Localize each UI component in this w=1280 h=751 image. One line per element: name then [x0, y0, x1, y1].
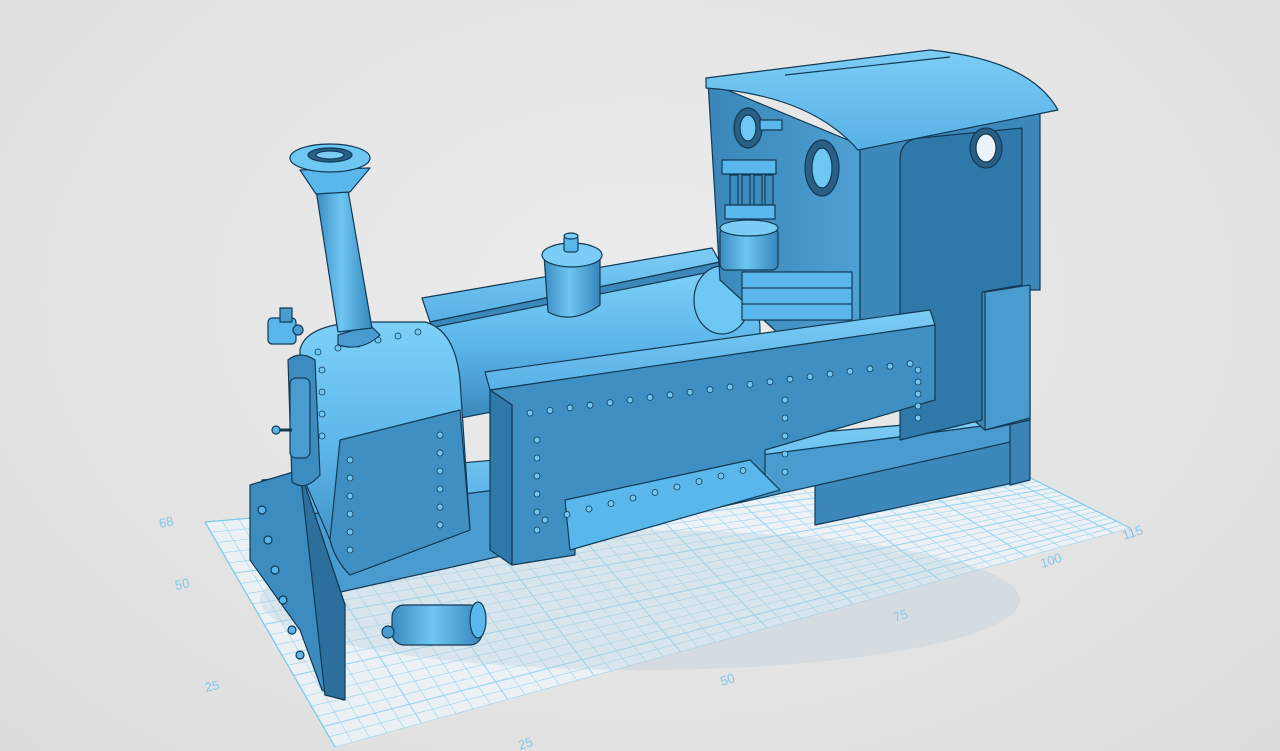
rivet: [346, 510, 354, 518]
rivet: [766, 378, 774, 386]
rivet: [346, 528, 354, 536]
rivet: [563, 511, 571, 518]
rivet: [318, 388, 326, 396]
rivet: [346, 546, 354, 554]
rivet: [781, 468, 789, 476]
rivet: [651, 489, 659, 496]
rivet: [706, 386, 714, 394]
rivet: [436, 449, 444, 457]
rivet: [533, 508, 541, 516]
rivet: [646, 393, 654, 401]
rivet: [346, 492, 354, 500]
rivet: [533, 436, 541, 444]
rivet: [533, 472, 541, 480]
rivet: [346, 456, 354, 464]
rivet: [629, 494, 637, 502]
scene-canvas[interactable]: 68 50 25 25 50 75 100 115: [0, 0, 1280, 751]
ruler-side-labels: 68 50 25: [158, 513, 221, 695]
ruler-label: 68: [158, 513, 175, 531]
rivet: [436, 431, 444, 439]
rivet: [533, 490, 541, 498]
rivet: [781, 450, 789, 458]
rivet: [886, 362, 894, 370]
rivet: [914, 378, 922, 386]
rivet: [786, 375, 794, 383]
rivet: [436, 467, 444, 475]
rivet: [436, 503, 444, 511]
rivet: [781, 432, 789, 440]
rivet: [606, 399, 614, 407]
rivet: [673, 483, 681, 491]
ruler-label: 25: [516, 734, 534, 751]
ruler-label: 25: [204, 677, 221, 695]
rivet: [914, 366, 922, 374]
rivet: [318, 432, 326, 440]
rivet: [541, 516, 549, 524]
ruler-label: 50: [718, 670, 736, 689]
ruler-label: 100: [1038, 550, 1063, 571]
rivet: [906, 360, 914, 368]
dome: [541, 232, 603, 318]
rivet: [318, 366, 326, 374]
rivet: [586, 401, 594, 409]
rivet: [914, 402, 922, 410]
rivet: [394, 332, 402, 340]
rivet: [346, 474, 354, 482]
rivet: [414, 328, 422, 336]
rivet: [826, 370, 834, 378]
rivet: [626, 396, 634, 404]
rivet: [546, 406, 554, 414]
rivet: [566, 404, 574, 412]
rivet: [686, 388, 694, 396]
ruler-label: 50: [174, 575, 191, 593]
rivet: [806, 373, 814, 381]
rivet: [846, 367, 854, 375]
rivet: [436, 521, 444, 529]
rivet: [746, 380, 754, 388]
rivet: [533, 526, 541, 534]
front-valve: [267, 307, 304, 345]
rivet: [436, 485, 444, 493]
rivet: [314, 348, 322, 356]
chimney: [289, 143, 381, 348]
rivet: [533, 454, 541, 462]
rivet: [781, 414, 789, 422]
rivet: [585, 505, 593, 513]
rivet: [607, 500, 615, 507]
cylinder: [381, 601, 487, 646]
rivet: [666, 391, 674, 399]
3d-viewport[interactable]: 68 50 25 25 50 75 100 115: [0, 0, 1280, 751]
rivet: [726, 383, 734, 391]
rivet: [781, 396, 789, 404]
rivet: [526, 409, 534, 417]
rivet: [717, 472, 725, 480]
rivet: [739, 467, 747, 474]
rivet: [914, 390, 922, 398]
rivet: [866, 365, 874, 373]
rivet: [695, 478, 703, 485]
rivet: [914, 414, 922, 422]
rivet: [318, 410, 326, 418]
